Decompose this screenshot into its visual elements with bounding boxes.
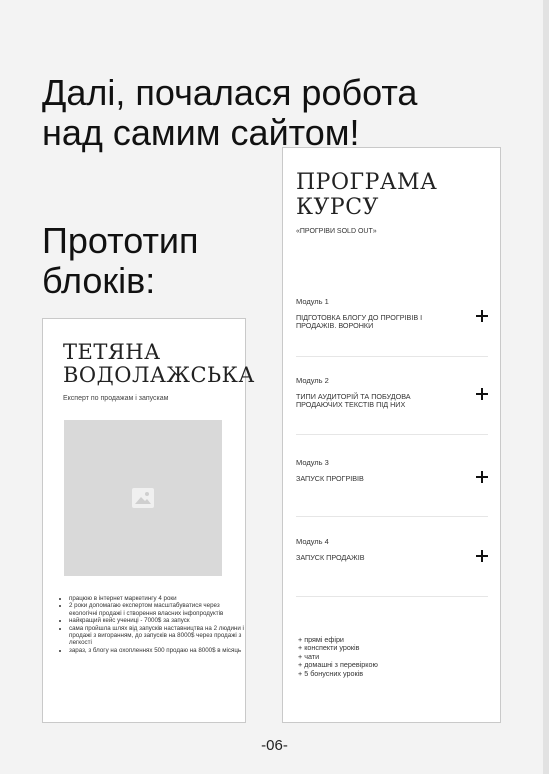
module-3[interactable]: Модуль 3 ЗАПУСК ПРОГРІВІВ <box>296 458 488 483</box>
module-label: Модуль 4 <box>296 537 329 546</box>
page-number: -06- <box>261 737 288 754</box>
list-item: + 5 бонусних уроків <box>298 668 364 678</box>
plus-icon[interactable] <box>476 471 488 483</box>
plus-icon[interactable] <box>476 310 488 322</box>
module-1[interactable]: Модуль 1 ПІДГОТОВКА БЛОГУ ДО ПРОГРІВІВ І… <box>296 297 488 330</box>
divider <box>296 516 488 517</box>
hero-image-placeholder <box>64 420 222 576</box>
module-title: ЗАПУСК ПРОДАЖІВ <box>296 553 365 562</box>
hero-subtitle: Експерт по продажам і запускам <box>63 395 169 402</box>
program-features-list: + прямі ефіри + конспекти уроків + чати … <box>298 635 378 678</box>
list-item: сама пройшла шлях від запусків наставниц… <box>69 625 245 647</box>
plus-icon[interactable] <box>476 550 488 562</box>
program-block-prototype: ПРОГРАМА КУРСУ «ПРОГРІВИ SOLD OUT» Модул… <box>282 147 501 723</box>
list-item: працюю в інтернет маркетингу 4 роки <box>69 595 245 602</box>
divider <box>296 596 488 597</box>
intro-heading: Далі, почалася робота над самим сайтом! <box>42 72 418 153</box>
module-label: Модуль 3 <box>296 458 329 467</box>
list-item: зараз, з блогу на охопленнях 500 продаю … <box>69 647 245 654</box>
hero-name: ТЕТЯНА ВОДОЛАЖСЬКА <box>63 340 255 387</box>
divider <box>296 434 488 435</box>
module-title: ЗАПУСК ПРОГРІВІВ <box>296 474 364 483</box>
module-title: ПІДГОТОВКА БЛОГУ ДО ПРОГРІВІВ І ПРОДАЖІВ… <box>296 313 423 330</box>
module-2[interactable]: Модуль 2 ТИПИ АУДИТОРІЙ ТА ПОБУДОВА ПРОД… <box>296 376 488 409</box>
program-subtitle: «ПРОГРІВИ SOLD OUT» <box>296 228 377 235</box>
plus-icon[interactable] <box>476 388 488 400</box>
hero-bullet-list: працюю в інтернет маркетингу 4 роки 2 ро… <box>61 595 245 654</box>
page-edge <box>543 0 549 774</box>
program-title: ПРОГРАМА КУРСУ <box>296 170 438 220</box>
module-label: Модуль 1 <box>296 297 329 306</box>
hero-block-prototype: ТЕТЯНА ВОДОЛАЖСЬКА Експерт по продажам і… <box>42 318 254 723</box>
module-4[interactable]: Модуль 4 ЗАПУСК ПРОДАЖІВ <box>296 537 488 562</box>
list-item: найкращий кейс учениці - 7000$ за запуск <box>69 617 245 624</box>
image-icon <box>132 488 154 508</box>
divider <box>296 356 488 357</box>
module-title: ТИПИ АУДИТОРІЙ ТА ПОБУДОВА ПРОДАЮЧИХ ТЕК… <box>296 392 411 409</box>
prototype-heading: Прототип блоків: <box>42 220 199 301</box>
list-item: 2 роки допомагаю експертом масштабуватис… <box>69 602 245 617</box>
module-label: Модуль 2 <box>296 376 329 385</box>
